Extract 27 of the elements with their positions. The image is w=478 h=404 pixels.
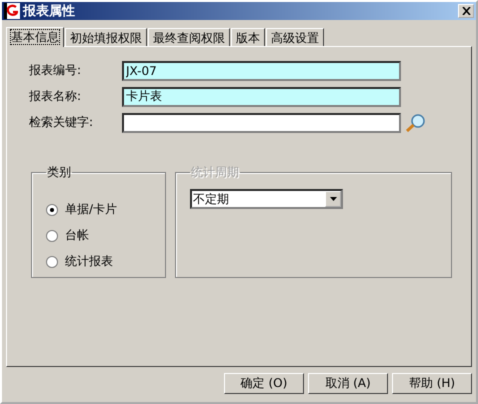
text-field[interactable] bbox=[122, 112, 401, 132]
radio-option[interactable]: 统计报表 bbox=[46, 253, 151, 270]
field-label: 检索关键字: bbox=[29, 114, 94, 131]
text-field[interactable]: 卡片表 bbox=[122, 86, 401, 106]
radio-option[interactable]: 台帐 bbox=[46, 227, 151, 244]
tab[interactable]: 基本信息 bbox=[6, 27, 64, 47]
radio-icon[interactable] bbox=[46, 256, 58, 268]
dialog-button[interactable]: 取消 (A) bbox=[308, 373, 388, 394]
window-title: 报表属性 bbox=[23, 3, 76, 20]
dropdown-arrow-icon bbox=[330, 197, 336, 201]
field-label: 报表编号: bbox=[29, 62, 82, 79]
radio-icon[interactable] bbox=[46, 204, 58, 216]
tab[interactable]: 最终查阅权限 bbox=[148, 28, 230, 46]
field-label: 报表名称: bbox=[29, 88, 82, 105]
tab[interactable]: 初始填报权限 bbox=[65, 28, 147, 46]
radio-option[interactable]: 单据/卡片 bbox=[46, 201, 151, 218]
dialog-button[interactable]: 确定 (O) bbox=[224, 373, 304, 394]
group-title: 统计周期 bbox=[190, 164, 240, 181]
group-title: 类别 bbox=[46, 164, 72, 181]
app-logo-icon bbox=[4, 3, 20, 19]
close-button[interactable] bbox=[458, 4, 474, 18]
tab[interactable]: 高级设置 bbox=[266, 28, 324, 46]
dialog-button[interactable]: 帮助 (H) bbox=[392, 373, 472, 394]
radio-icon[interactable] bbox=[46, 230, 58, 242]
tab[interactable]: 版本 bbox=[231, 28, 265, 46]
search-icon bbox=[404, 112, 426, 132]
close-icon bbox=[462, 7, 470, 15]
